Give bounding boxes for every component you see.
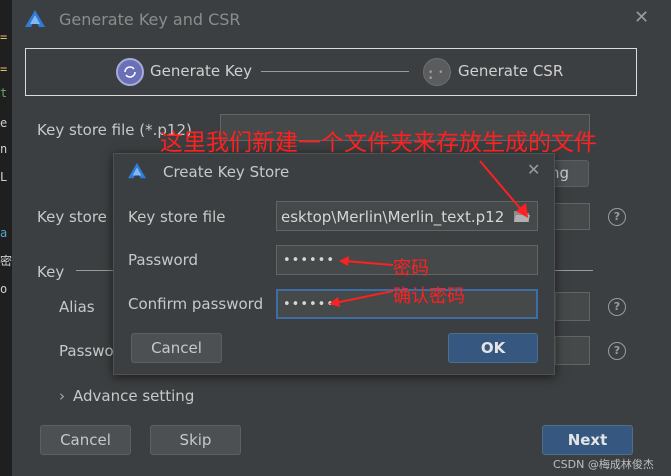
editor-char: e [0, 116, 8, 130]
key-section-divider [76, 270, 114, 271]
annotation-confirm-note: 确认密码 [393, 286, 465, 307]
sub-dialog-title: Create Key Store [163, 163, 290, 181]
chevron-right-icon: › [59, 387, 65, 405]
app-logo-icon [128, 162, 146, 179]
alias-field[interactable] [555, 292, 590, 321]
help-icon[interactable]: ? [608, 298, 626, 316]
cancel-button[interactable]: Cancel [40, 425, 131, 455]
sub-cancel-button[interactable]: Cancel [131, 333, 222, 363]
editor-char: = [0, 62, 8, 76]
editor-char: 密 [0, 254, 13, 268]
annotation-arrow-icon [329, 290, 394, 307]
editor-char: t [0, 86, 8, 100]
ok-button-label: OK [480, 339, 506, 357]
editor-char: o [0, 282, 8, 296]
sub-password-label: Password [128, 251, 199, 269]
key-password-field[interactable] [555, 336, 590, 365]
help-icon[interactable]: ? [608, 342, 626, 360]
next-button-label: Next [567, 431, 608, 449]
annotation-arrow-icon [479, 160, 528, 218]
cancel-button-label: Cancel [60, 431, 111, 449]
step-active-icon [116, 58, 144, 86]
close-icon[interactable]: ✕ [634, 9, 649, 27]
ok-button[interactable]: OK [448, 333, 538, 363]
help-icon[interactable]: ? [608, 208, 626, 226]
step-generate-key: Generate Key [150, 62, 253, 80]
editor-char: n [0, 142, 8, 156]
watermark-text: CSDN @梅成林俊杰 [553, 458, 654, 471]
step-generate-csr: Generate CSR [458, 62, 564, 80]
skip-button[interactable]: Skip [150, 425, 241, 455]
skip-button-label: Skip [179, 431, 212, 449]
next-button[interactable]: Next [542, 425, 633, 455]
key-section-label: Key [37, 263, 65, 281]
editor-char: = [0, 30, 8, 44]
sub-key-store-file-label: Key store file [128, 208, 226, 226]
annotation-password-note: 密码 [393, 258, 429, 279]
step-connector [261, 71, 409, 72]
editor-char: a [0, 226, 8, 240]
alias-label: Alias [59, 298, 95, 316]
sub-cancel-button-label: Cancel [151, 339, 202, 357]
background-editor-strip: = = t e n L a 密 o [0, 0, 12, 476]
window-title: Generate Key and CSR [59, 10, 241, 29]
annotation-folder-note: 这里我们新建一个文件夹来存放生成的文件 [160, 130, 597, 156]
editor-char: L [0, 170, 8, 184]
annotation-arrow-icon [339, 256, 394, 266]
password-value: •••••• [283, 253, 336, 268]
sub-confirm-password-label: Confirm password [128, 295, 264, 313]
advance-setting-label: Advance setting [73, 387, 195, 405]
app-logo-icon [25, 10, 45, 27]
key-store-password-label: Key store p [37, 208, 122, 226]
advance-setting-toggle[interactable]: › Advance setting [59, 387, 194, 405]
key-section-divider [555, 270, 593, 271]
key-password-label: Passwo [59, 342, 114, 360]
step-inactive-icon: • • • [423, 58, 451, 86]
